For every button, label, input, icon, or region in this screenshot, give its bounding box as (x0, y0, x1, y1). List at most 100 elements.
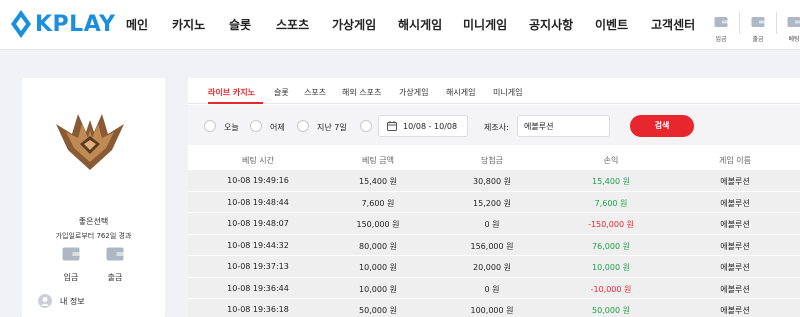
user-sidebar: 좋은선택 가입일로부터 762일 경과 입금 출금 내 정보 (22, 78, 165, 317)
table-body: 10-08 19:49:16 15,400 원 30,800 원 15,400 원 에볼… (188, 170, 800, 317)
calendar-icon (387, 121, 397, 131)
my-info-link[interactable]: 내 정보 (38, 294, 85, 308)
cell-winnings: 30,800 원 (473, 177, 511, 186)
cell-winnings: 156,000 원 (470, 241, 514, 251)
period-custom-radio[interactable] (360, 120, 372, 132)
period-last7days-radio[interactable] (297, 120, 309, 132)
cell-bet-time: 10-08 19:36:44 (227, 283, 289, 293)
period-today-label: 오늘 (224, 123, 239, 132)
wallet-icon (751, 17, 765, 27)
period-today-radio[interactable] (204, 120, 216, 132)
nav-item-slot[interactable]: 슬롯 (229, 16, 251, 33)
betting-history-panel: 라이브 카지노 슬롯 스포츠 해외 스포츠 가상게임 해시게임 미니게임 오늘 … (188, 78, 800, 317)
tab-mini-game[interactable]: 미니게임 (493, 87, 522, 98)
tab-live-casino[interactable]: 라이브 카지노 (208, 87, 255, 98)
search-button[interactable]: 검색 (630, 115, 694, 137)
nav-item-virtual-game[interactable]: 가상게임 (332, 16, 376, 33)
wallet-icon (62, 247, 80, 261)
manufacturer-label: 제조사: (484, 123, 509, 132)
cell-game-name: 에볼루션 (720, 177, 750, 186)
nav-item-main[interactable]: 메인 (126, 16, 148, 33)
nav-item-support[interactable]: 고객센터 (651, 16, 695, 33)
sidebar-deposit-button[interactable]: 입금 (56, 246, 86, 283)
cell-bet-time: 10-08 19:48:07 (227, 219, 289, 228)
sidebar-withdraw-label: 출금 (107, 273, 123, 282)
table-row: 10-08 19:37:13 10,000 원 20,000 원 10,000 원 에볼… (188, 256, 800, 278)
cell-bet-amount: 50,000 원 (359, 306, 397, 315)
header-divider (739, 12, 740, 34)
cell-profit: 7,600 원 (594, 198, 628, 208)
table-row: 10-08 19:49:16 15,400 원 30,800 원 15,400 원 에볼… (188, 170, 800, 192)
header-deposit-button[interactable]: 입금 (708, 13, 734, 43)
sidebar-deposit-label: 입금 (63, 273, 79, 282)
logo-text: KPLAY (35, 11, 116, 37)
cell-profit: 50,000 원 (592, 306, 630, 315)
header-betting-button[interactable]: 베팅 (781, 13, 800, 43)
top-header: KPLAY 메인 카지노 슬롯 스포츠 가상게임 해시게임 미니게임 공지사항 … (0, 0, 800, 50)
member-since: 가입일로부터 762일 경과 (55, 232, 132, 240)
column-header-game-name: 게임 이름 (719, 156, 751, 165)
game-category-tabs: 라이브 카지노 슬롯 스포츠 해외 스포츠 가상게임 해시게임 미니게임 (188, 78, 800, 104)
cell-profit: 10,000 원 (592, 263, 630, 272)
user-avatar-icon (38, 294, 52, 308)
cell-bet-time: 10-08 19:49:16 (227, 176, 289, 185)
manufacturer-input[interactable] (517, 115, 610, 137)
cell-game-name: 에볼루션 (720, 284, 750, 294)
nav-item-mini-game[interactable]: 미니게임 (463, 16, 507, 33)
header-withdraw-button[interactable]: 출금 (745, 13, 771, 43)
rank-emblem-icon (56, 114, 124, 170)
cell-winnings: 100,000 원 (470, 306, 514, 315)
sidebar-withdraw-button[interactable]: 출금 (100, 246, 130, 283)
user-name: 좋은선택 (78, 217, 109, 226)
period-yesterday-radio[interactable] (250, 120, 262, 132)
cell-game-name: 에볼루션 (720, 241, 750, 251)
header-deposit-label: 입금 (715, 36, 727, 43)
cell-bet-amount: 10,000 원 (359, 263, 397, 272)
cell-winnings: 20,000 원 (473, 263, 511, 272)
tab-overseas-sports[interactable]: 해외 스포츠 (342, 87, 381, 98)
tab-slot[interactable]: 슬롯 (274, 87, 289, 98)
table-row: 10-08 19:48:07 150,000 원 0 원 -150,000 원 에볼루션 (188, 213, 800, 235)
cell-bet-time: 10-08 19:36:18 (227, 305, 289, 314)
table-row: 10-08 19:48:44 7,600 원 15,200 원 7,600 원 에볼루션 (188, 191, 800, 213)
wallet-icon (714, 17, 728, 27)
tab-hash-game[interactable]: 해시게임 (446, 87, 475, 98)
nav-item-hash-game[interactable]: 해시게임 (398, 16, 442, 33)
tab-virtual-game[interactable]: 가상게임 (399, 87, 428, 98)
cell-winnings: 15,200 원 (473, 198, 511, 208)
nav-item-notice[interactable]: 공지사항 (529, 16, 573, 33)
column-header-profit: 손익 (603, 156, 619, 165)
table-row: 10-08 19:44:32 80,000 원 156,000 원 76,000 원 에… (188, 234, 800, 256)
nav-item-sports[interactable]: 스포츠 (276, 16, 309, 33)
kplay-logo[interactable]: KPLAY (10, 9, 116, 39)
cell-game-name: 에볼루션 (720, 220, 750, 229)
cell-profit: -150,000 원 (588, 220, 634, 229)
date-range-picker[interactable]: 10/08 - 10/08 (378, 115, 468, 137)
nav-item-event[interactable]: 이벤트 (595, 16, 628, 33)
nav-item-casino[interactable]: 카지노 (172, 16, 205, 33)
cell-bet-time: 10-08 19:37:13 (227, 262, 289, 271)
header-betting-label: 베팅 (788, 36, 800, 43)
cell-profit: 76,000 원 (592, 241, 630, 251)
cell-game-name: 에볼루션 (720, 306, 750, 315)
column-header-bet-amount: 베팅 금액 (362, 156, 394, 165)
cell-winnings: 0 원 (484, 220, 500, 229)
column-header-winnings: 당첨금 (480, 156, 504, 165)
cell-bet-amount: 7,600 원 (361, 198, 395, 208)
table-row: 10-08 19:36:44 10,000 원 0 원 -10,000 원 에볼루션 (188, 277, 800, 299)
cell-game-name: 에볼루션 (720, 263, 750, 272)
logo-mark-icon (11, 10, 31, 38)
cell-game-name: 에볼루션 (720, 198, 750, 208)
date-range-text: 10/08 - 10/08 (403, 122, 458, 131)
header-divider (776, 12, 777, 34)
cell-bet-amount: 15,400 원 (359, 177, 397, 186)
cell-bet-amount: 80,000 원 (359, 241, 397, 251)
period-last7days-label: 지난 7일 (317, 123, 347, 132)
cell-bet-time: 10-08 19:48:44 (227, 197, 289, 207)
tab-sports[interactable]: 스포츠 (304, 87, 326, 98)
cell-winnings: 0 원 (484, 284, 500, 294)
cell-bet-time: 10-08 19:44:32 (227, 240, 289, 250)
cell-bet-amount: 10,000 원 (359, 284, 397, 294)
wallet-icon (787, 17, 800, 27)
cell-bet-amount: 150,000 원 (356, 220, 400, 229)
